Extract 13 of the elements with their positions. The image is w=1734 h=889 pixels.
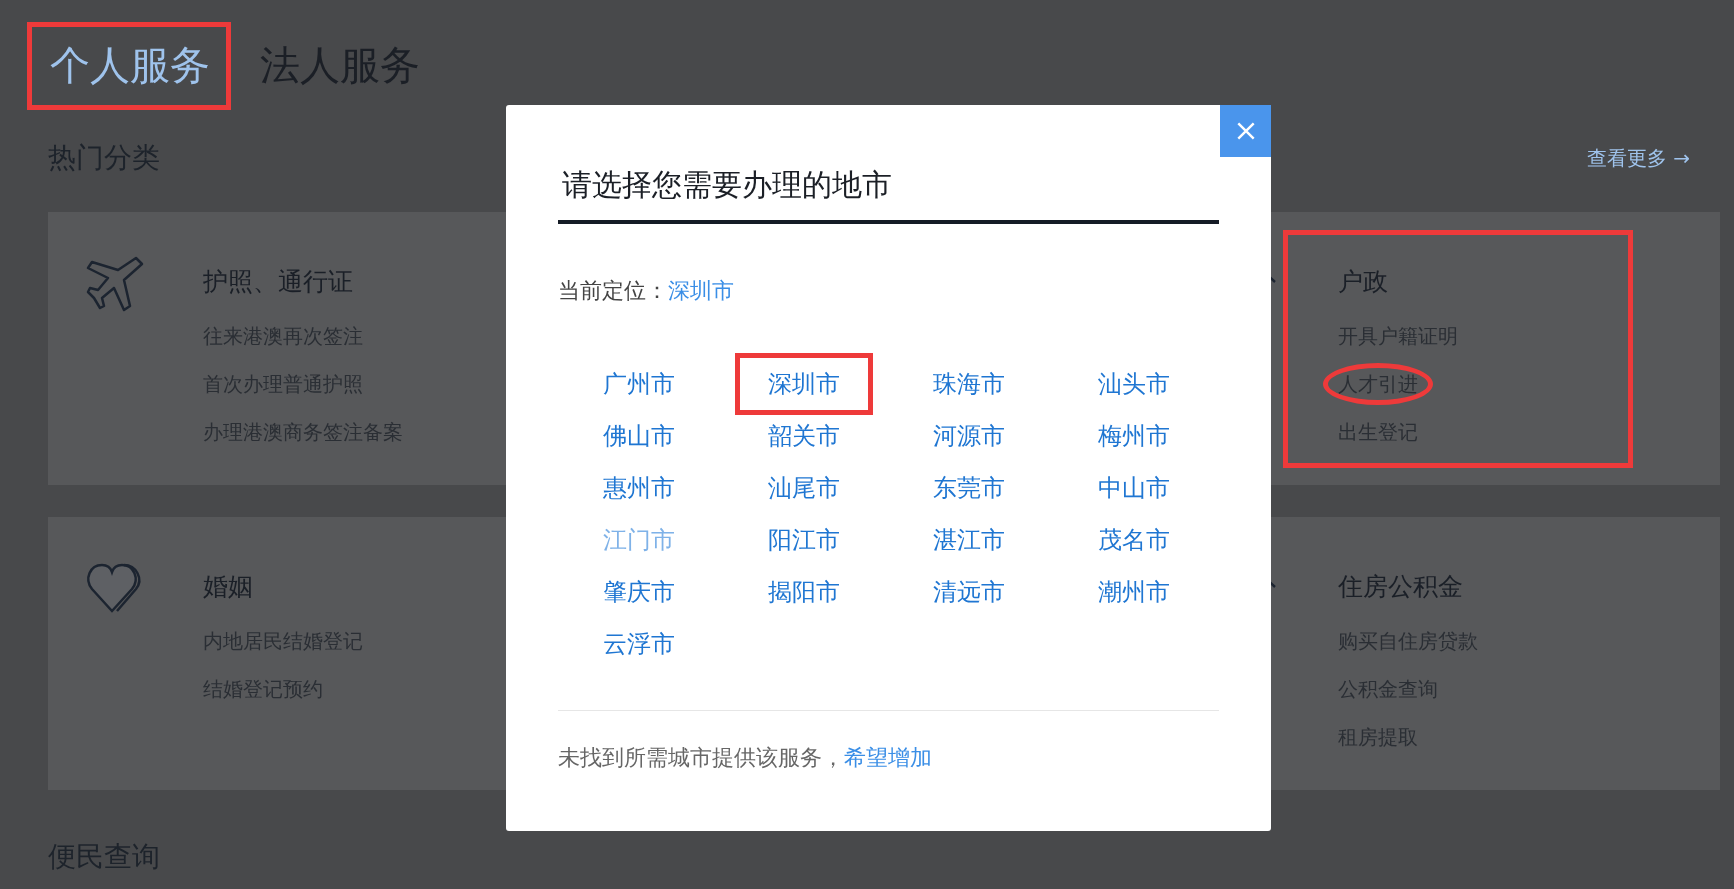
more-link[interactable]: 查看更多 →	[1586, 144, 1690, 172]
location-label: 当前定位：	[558, 277, 668, 305]
card-title: 婚姻	[203, 571, 253, 603]
card-title: 护照、通行证	[203, 266, 353, 298]
request-link[interactable]: 希望增加	[844, 743, 932, 773]
close-button[interactable]	[1220, 105, 1271, 157]
footer-text: 未找到所需城市提供该服务，	[558, 744, 844, 772]
dialog-title: 请选择您需要办理的地市	[558, 165, 1219, 224]
location-link[interactable]: 深圳市	[668, 276, 734, 306]
card-title: 住房公积金	[1337, 571, 1463, 603]
card-title: 户政	[1337, 266, 1388, 298]
city-link[interactable]: 深圳市	[735, 353, 873, 415]
tab[interactable]: 个人服务	[27, 22, 231, 110]
